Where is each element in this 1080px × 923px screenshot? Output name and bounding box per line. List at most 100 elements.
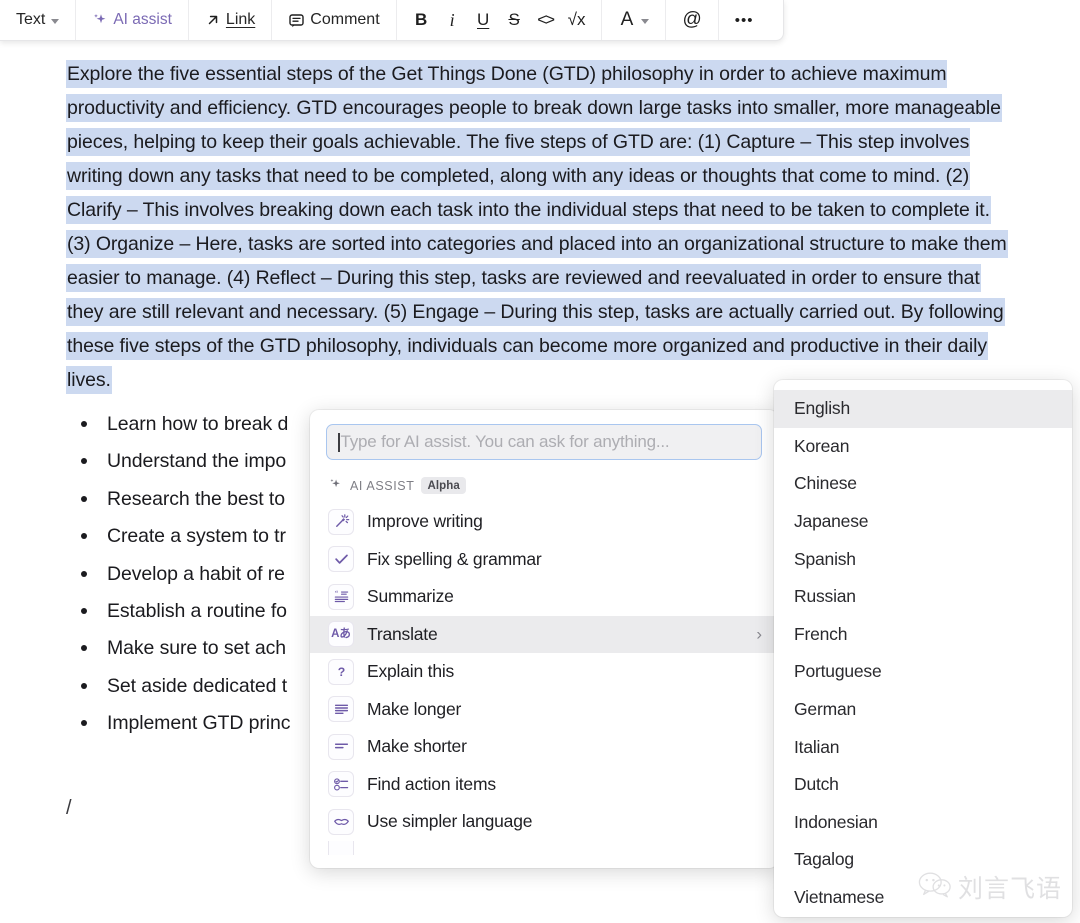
bold-label: B [413,10,430,30]
mention-button[interactable]: @ [675,5,708,35]
ai-menu-item-improve-writing[interactable]: Improve writing [310,503,778,541]
text-style-label: Text [16,11,45,29]
code-label: <> [537,10,554,30]
more-options-button[interactable]: ••• [728,5,761,35]
ai-menu-item-label: Improve writing [367,511,483,532]
language-label: French [794,624,847,645]
slash-command-text[interactable]: / [66,797,72,820]
font-color-dropdown[interactable]: A [611,5,656,35]
sparkle-icon [92,12,108,28]
language-label: German [794,699,856,720]
language-label: Tagalog [794,849,854,870]
language-option-italian[interactable]: Italian [774,728,1072,766]
ai-menu-item-partial[interactable] [310,841,778,855]
selected-paragraph[interactable]: Explore the five essential steps of the … [66,57,1018,397]
language-label: Indonesian [794,812,878,833]
toolbar-group-mention: @ [666,0,718,40]
language-option-german[interactable]: German [774,691,1072,729]
language-label: Russian [794,586,856,607]
font-color-label: A [618,9,635,31]
chevron-down-icon [51,19,59,24]
language-option-japanese[interactable]: Japanese [774,503,1072,541]
language-option-vietnamese[interactable]: Vietnamese [774,879,1072,917]
ai-menu-item-label: Find action items [367,774,496,795]
ai-section-label: AI ASSIST [350,479,414,493]
toolbar-group-font-color: A [602,0,666,40]
chevron-right-icon: › [756,626,762,643]
toolbar-group-ai: AI assist [76,0,189,40]
make-longer-icon [328,696,354,722]
list-item-label: Develop a habit of re [107,563,285,585]
language-option-french[interactable]: French [774,616,1072,654]
strikethrough-label: S [506,10,523,30]
lips-icon [328,809,354,835]
ai-menu-item-find-action-items[interactable]: Find action items [310,766,778,804]
text-cursor [338,433,340,452]
list-item-label: Create a system to tr [107,525,286,547]
link-button[interactable]: Link [198,5,262,35]
ai-menu-item-make-longer[interactable]: Make longer [310,691,778,729]
ai-menu-item-explain-this[interactable]: ? Explain this [310,653,778,691]
ellipsis-icon: ••• [735,12,754,29]
ai-assist-section-header: AI ASSIST Alpha [310,460,778,503]
language-option-tagalog[interactable]: Tagalog [774,841,1072,879]
paragraph-text: Explore the five essential steps of the … [66,60,1008,394]
equation-button[interactable]: √x [561,5,593,35]
language-label: Chinese [794,473,857,494]
ai-menu-item-label: Explain this [367,661,454,682]
ai-menu-item-label: Summarize [367,586,454,607]
translate-language-submenu: English Korean Chinese Japanese Spanish … [774,380,1072,917]
toolbar-group-comment: Comment [272,0,396,40]
formatting-toolbar: Text AI assist Link [0,0,784,41]
translate-glyph: Aあ [331,629,351,641]
ai-assist-label: AI assist [113,11,172,29]
ai-menu-item-use-simpler-language[interactable]: Use simpler language [310,803,778,841]
language-option-portuguese[interactable]: Portuguese [774,653,1072,691]
comment-button[interactable]: Comment [281,5,386,35]
list-item-label: Research the best to [107,488,285,510]
language-option-chinese[interactable]: Chinese [774,465,1072,503]
magic-wand-icon [328,509,354,535]
list-item-label: Establish a routine fo [107,600,287,622]
ai-menu-item-make-shorter[interactable]: Make shorter [310,728,778,766]
toolbar-group-link: Link [189,0,272,40]
ai-menu-item-label: Make longer [367,699,461,720]
svg-text:?: ? [337,665,345,679]
checkmark-icon [328,546,354,572]
make-shorter-icon [328,734,354,760]
language-option-spanish[interactable]: Spanish [774,540,1072,578]
language-label: Portuguese [794,661,882,682]
link-label: Link [226,11,255,29]
ai-input-container: Type for AI assist. You can ask for anyt… [310,410,778,460]
ai-menu-item-translate[interactable]: Aあ Translate › [310,616,778,654]
ai-menu-item-fix-spelling-grammar[interactable]: Fix spelling & grammar [310,541,778,579]
language-option-english[interactable]: English [774,390,1072,428]
strikethrough-button[interactable]: S [499,5,530,35]
ai-menu-item-label: Use simpler language [367,811,532,832]
ai-menu-item-label: Fix spelling & grammar [367,549,542,570]
language-option-indonesian[interactable]: Indonesian [774,804,1072,842]
list-item-label: Understand the impo [107,450,286,472]
alpha-badge: Alpha [421,477,465,494]
language-option-dutch[interactable]: Dutch [774,766,1072,804]
ai-assist-button[interactable]: AI assist [85,5,179,35]
question-mark-icon: ? [328,659,354,685]
comment-bubble-icon [288,12,305,29]
ai-menu-item-summarize[interactable]: “ Summarize [310,578,778,616]
summarize-icon: “ [328,584,354,610]
list-item-label: Implement GTD princ [107,712,290,734]
underline-label: U [475,10,492,30]
italic-button[interactable]: i [437,5,468,35]
ai-assist-input[interactable]: Type for AI assist. You can ask for anyt… [326,424,762,460]
language-label: Dutch [794,774,839,795]
underline-button[interactable]: U [468,5,499,35]
sparkle-icon [328,477,343,494]
inline-code-button[interactable]: <> [530,5,561,35]
language-label: English [794,398,850,419]
arrow-up-right-icon [205,12,221,28]
language-option-korean[interactable]: Korean [774,428,1072,466]
text-style-dropdown[interactable]: Text [9,5,66,35]
language-option-russian[interactable]: Russian [774,578,1072,616]
ai-menu-item-label: Make shorter [367,736,467,757]
bold-button[interactable]: B [406,5,437,35]
